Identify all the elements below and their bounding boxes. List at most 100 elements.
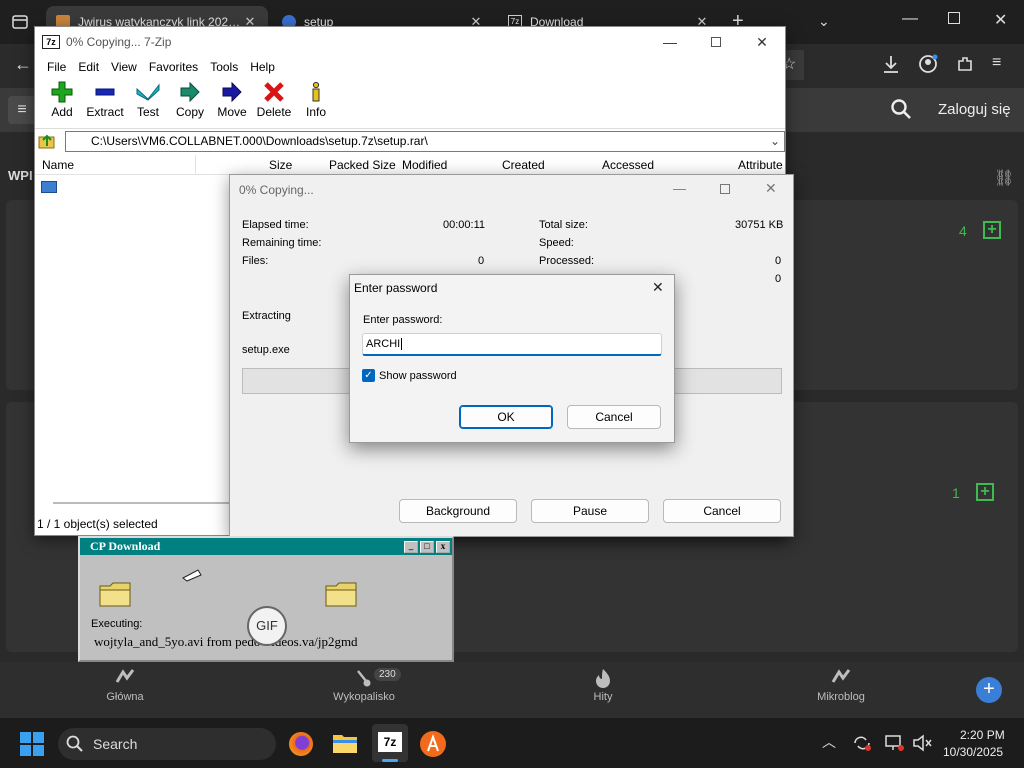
elapsed-label: Elapsed time:	[242, 219, 309, 231]
pause-button[interactable]: Pause	[531, 499, 649, 523]
col-created[interactable]: Created	[502, 158, 545, 172]
speed-label: Speed:	[539, 237, 574, 249]
tray-chevron-up-icon[interactable]: ︿	[822, 732, 836, 752]
menu-edit[interactable]: Edit	[72, 60, 105, 74]
search-icon[interactable]	[890, 98, 912, 120]
nav-label: Hity	[593, 691, 613, 703]
clock-date[interactable]: 10/30/2025	[943, 745, 1003, 759]
login-link[interactable]: Zaloguj się	[938, 101, 1011, 118]
menu-file[interactable]: File	[41, 60, 72, 74]
address-input[interactable]: C:\Users\VM6.COLLABNET.000\Downloads\set…	[65, 131, 785, 152]
close-icon[interactable]: x	[436, 540, 450, 553]
test-button[interactable]: Test	[127, 77, 169, 127]
downloads-icon[interactable]	[882, 54, 900, 74]
total-size-label: Total size:	[539, 219, 588, 231]
taskbar-search[interactable]: Search	[58, 728, 276, 760]
ok-button[interactable]: OK	[459, 405, 553, 429]
vote-plus-button[interactable]: +	[983, 221, 1001, 239]
column-header: Name Size Packed Size Modified Created A…	[35, 155, 785, 175]
flying-paper-icon	[182, 568, 202, 582]
file-row-icon[interactable]	[41, 181, 57, 193]
back-arrow-icon[interactable]: ←	[14, 54, 32, 75]
menu-view[interactable]: View	[105, 60, 143, 74]
nav-item-wykopalisko[interactable]: Wykopalisko 230	[304, 668, 424, 703]
maximize-icon[interactable]	[720, 184, 730, 194]
minimize-icon[interactable]: —	[647, 27, 693, 57]
add-post-button[interactable]: +	[976, 677, 1002, 703]
microblog-icon	[831, 668, 851, 686]
maximize-icon[interactable]: □	[420, 540, 434, 553]
ratio-value: 0	[775, 273, 782, 285]
close-icon[interactable]: ✕	[652, 279, 664, 296]
taskbar-7zip-button[interactable]: 7z	[372, 724, 408, 762]
account-icon[interactable]	[918, 54, 938, 74]
col-size[interactable]: Size	[269, 158, 292, 172]
minimize-icon[interactable]: —	[902, 10, 918, 28]
bottom-nav: Główna Wykopalisko 230 Hity Mikroblog +	[0, 662, 1024, 718]
toolbar: Add Extract Test Copy Move Delete Info	[35, 77, 785, 127]
menu-tools[interactable]: Tools	[204, 60, 244, 74]
folder-up-icon[interactable]	[38, 132, 56, 150]
display-icon[interactable]	[884, 734, 904, 752]
show-password-checkbox[interactable]: ✓ Show password	[362, 369, 457, 382]
delete-x-icon	[264, 82, 284, 102]
password-input[interactable]: ARCHI	[362, 333, 662, 356]
folder-icon	[324, 578, 358, 608]
menu-favorites[interactable]: Favorites	[143, 60, 204, 74]
tab-actions-icon[interactable]	[10, 12, 30, 32]
info-button[interactable]: Info	[295, 77, 337, 127]
speaker-muted-icon[interactable]	[912, 734, 932, 752]
address-dropdown-chevron-icon[interactable]: ⌄	[770, 132, 780, 151]
password-cancel-button[interactable]: Cancel	[567, 405, 661, 429]
app-orange-icon[interactable]	[420, 731, 446, 757]
nav-item-glowna[interactable]: Główna	[65, 668, 185, 703]
horizontal-scrollbar[interactable]	[53, 502, 231, 504]
processed-label: Processed:	[539, 255, 595, 267]
home-icon	[115, 668, 135, 686]
site-menu-icon[interactable]: ≡	[8, 96, 36, 124]
nav-item-mikroblog[interactable]: Mikroblog	[781, 668, 901, 703]
firefox-icon[interactable]	[289, 732, 313, 756]
col-packed-size[interactable]: Packed Size	[329, 158, 396, 172]
tab-list-chevron-icon[interactable]: ⌄	[818, 13, 830, 30]
close-icon[interactable]: ✕	[739, 27, 785, 57]
extensions-icon[interactable]	[955, 54, 975, 74]
move-arrow-icon	[222, 81, 242, 103]
window-close-icon[interactable]: ✕	[994, 10, 1007, 30]
close-icon[interactable]: ✕	[765, 180, 777, 197]
active-indicator	[382, 759, 398, 762]
windows-start-icon[interactable]	[20, 732, 44, 756]
col-accessed[interactable]: Accessed	[602, 158, 654, 172]
cancel-button[interactable]: Cancel	[663, 499, 781, 523]
copy-button[interactable]: Copy	[169, 77, 211, 127]
file-explorer-icon[interactable]	[332, 732, 358, 754]
col-name[interactable]: Name	[42, 158, 74, 172]
nav-label: Mikroblog	[817, 691, 865, 703]
sevenzip-titlebar: 7z 0% Copying... 7-Zip — ✕	[35, 27, 785, 57]
restore-icon[interactable]	[948, 12, 960, 24]
check-icon	[136, 83, 160, 101]
extract-label: Extract	[86, 105, 124, 119]
add-button[interactable]: Add	[41, 77, 83, 127]
delete-button[interactable]: Delete	[253, 77, 295, 127]
password-dialog-title: Enter password	[354, 281, 438, 295]
menu-hamburger-icon[interactable]: ≡	[992, 54, 1001, 72]
vote-plus-button[interactable]: +	[976, 483, 994, 501]
link-icon[interactable]: ⛓	[994, 168, 1014, 188]
minus-icon	[95, 88, 115, 96]
minimize-icon[interactable]: —	[673, 181, 686, 196]
nav-item-hity[interactable]: Hity	[543, 668, 663, 703]
col-modified[interactable]: Modified	[402, 158, 447, 172]
menu-help[interactable]: Help	[244, 60, 281, 74]
col-attribute[interactable]: Attribute	[738, 158, 783, 172]
background-button[interactable]: Background	[399, 499, 517, 523]
checkbox-checked-icon[interactable]: ✓	[362, 369, 375, 382]
sync-icon[interactable]	[852, 734, 872, 752]
password-value: ARCHI	[366, 338, 401, 350]
minimize-icon[interactable]: _	[404, 540, 418, 553]
gif-badge[interactable]: GIF	[247, 606, 287, 646]
move-button[interactable]: Move	[211, 77, 253, 127]
extract-button[interactable]: Extract	[83, 77, 127, 127]
clock-time[interactable]: 2:20 PM	[960, 728, 1005, 742]
maximize-icon[interactable]	[693, 27, 739, 57]
